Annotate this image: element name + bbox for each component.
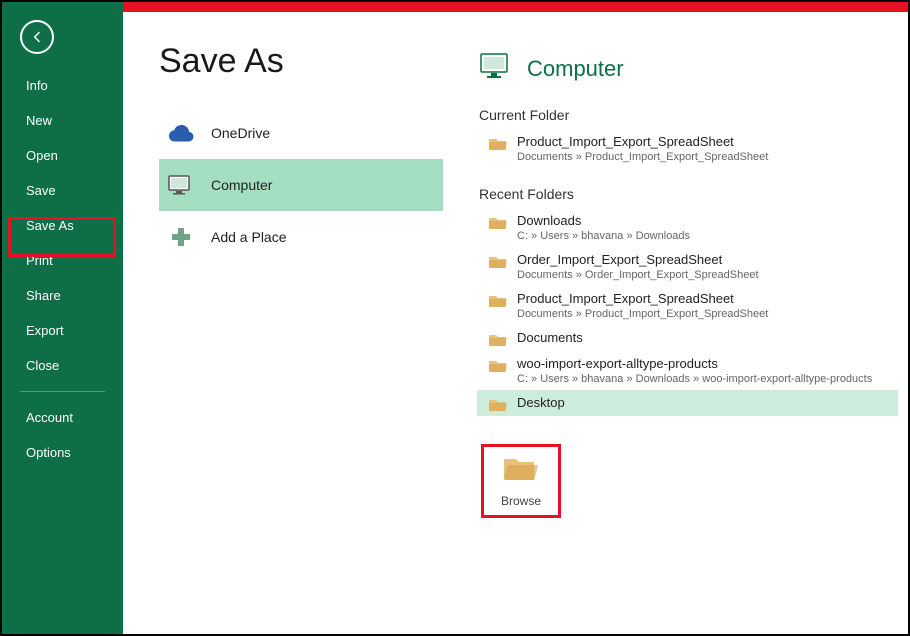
selected-location-title: Computer — [527, 56, 624, 82]
folder-icon — [489, 397, 507, 411]
folder-icon — [489, 332, 507, 346]
sidebar-item-new[interactable]: New — [2, 103, 123, 138]
back-button[interactable] — [20, 20, 54, 54]
folder-name: Product_Import_Export_SpreadSheet — [517, 134, 768, 149]
folder-icon — [489, 293, 507, 307]
folder-path: C: » Users » bhavana » Downloads — [517, 230, 690, 242]
folder-icon — [489, 254, 507, 268]
sidebar-item-print[interactable]: Print — [2, 243, 123, 278]
folder-path: Documents » Product_Import_Export_Spread… — [517, 308, 768, 320]
sidebar-item-account[interactable]: Account — [2, 400, 123, 435]
recent-folder-item[interactable]: woo-import-export-alltype-products C: » U… — [477, 351, 898, 390]
plus-icon — [167, 223, 195, 251]
folder-path: Documents » Product_Import_Export_Spread… — [517, 151, 768, 163]
folder-name: Product_Import_Export_SpreadSheet — [517, 291, 768, 306]
folder-name: woo-import-export-alltype-products — [517, 356, 872, 371]
sidebar-item-save-as[interactable]: Save As — [2, 208, 123, 243]
page-title: Save As — [159, 42, 443, 81]
title-bar — [123, 2, 908, 12]
folder-name: Downloads — [517, 213, 690, 228]
folder-path: Documents » Order_Import_Export_SpreadSh… — [517, 269, 759, 281]
sidebar-item-options[interactable]: Options — [2, 435, 123, 470]
location-label: Computer — [211, 177, 272, 193]
recent-folder-item[interactable]: Product_Import_Export_SpreadSheet Documen… — [477, 286, 898, 325]
folder-icon — [489, 358, 507, 372]
current-folder-item[interactable]: Product_Import_Export_SpreadSheet Docume… — [477, 129, 898, 168]
cloud-icon — [167, 119, 195, 147]
sidebar-item-save[interactable]: Save — [2, 173, 123, 208]
browse-button[interactable]: Browse — [481, 444, 561, 518]
location-label: Add a Place — [211, 229, 287, 245]
sidebar-item-share[interactable]: Share — [2, 278, 123, 313]
main-content: Save As OneDrive Computer Add a Place — [123, 2, 908, 634]
folder-open-icon — [504, 455, 538, 486]
location-label: OneDrive — [211, 125, 270, 141]
recent-folders-list: Downloads C: » Users » bhavana » Download… — [479, 208, 898, 416]
save-locations-column: Save As OneDrive Computer Add a Place — [123, 12, 443, 634]
selected-location-header: Computer — [479, 52, 898, 85]
recent-folder-item[interactable]: Documents — [477, 325, 898, 351]
folder-name: Documents — [517, 330, 583, 345]
folder-path: C: » Users » bhavana » Downloads » woo-i… — [517, 373, 872, 385]
location-onedrive[interactable]: OneDrive — [159, 107, 443, 159]
recent-folders-label: Recent Folders — [479, 186, 898, 202]
folder-icon — [489, 136, 507, 150]
sidebar-item-export[interactable]: Export — [2, 313, 123, 348]
recent-folder-item[interactable]: Desktop — [477, 390, 898, 416]
computer-icon — [167, 171, 195, 199]
folder-name: Order_Import_Export_SpreadSheet — [517, 252, 759, 267]
sidebar-item-info[interactable]: Info — [2, 68, 123, 103]
folder-details-column: Computer Current Folder Product_Import_E… — [443, 12, 908, 634]
backstage-sidebar: Info New Open Save Save As Print Share E… — [2, 2, 123, 634]
computer-icon — [479, 52, 513, 85]
sidebar-item-close[interactable]: Close — [2, 348, 123, 383]
browse-label: Browse — [501, 494, 541, 508]
sidebar-divider — [20, 391, 105, 392]
location-add-place[interactable]: Add a Place — [159, 211, 443, 263]
recent-folder-item[interactable]: Downloads C: » Users » bhavana » Download… — [477, 208, 898, 247]
location-computer[interactable]: Computer — [159, 159, 443, 211]
folder-name: Desktop — [517, 395, 565, 410]
recent-folder-item[interactable]: Order_Import_Export_SpreadSheet Documents… — [477, 247, 898, 286]
arrow-left-icon — [29, 29, 45, 45]
current-folder-label: Current Folder — [479, 107, 898, 123]
sidebar-item-open[interactable]: Open — [2, 138, 123, 173]
folder-icon — [489, 215, 507, 229]
